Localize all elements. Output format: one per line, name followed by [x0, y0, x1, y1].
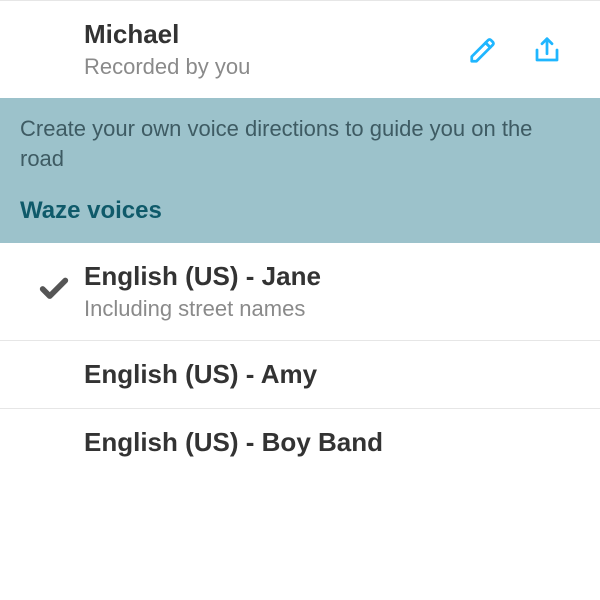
banner-text: Create your own voice directions to guid… [20, 114, 580, 173]
section-header: Waze voices [20, 197, 580, 225]
edit-icon[interactable] [468, 35, 498, 65]
voice-name: English (US) - Boy Band [84, 427, 576, 458]
voice-name: English (US) - Amy [84, 359, 576, 390]
create-voice-banner: Create your own voice directions to guid… [0, 98, 600, 243]
voice-subtitle: Including street names [84, 296, 576, 322]
share-icon[interactable] [532, 35, 562, 65]
voice-row-boyband[interactable]: English (US) - Boy Band [0, 409, 600, 476]
voice-row-amy[interactable]: English (US) - Amy [0, 341, 600, 408]
voice-name: English (US) - Jane [84, 261, 576, 292]
checkmark-icon [37, 272, 71, 311]
my-voice-row[interactable]: Michael Recorded by you [0, 1, 600, 98]
voice-name: Michael [84, 19, 468, 50]
voice-subtitle: Recorded by you [84, 54, 468, 80]
voice-row-jane[interactable]: English (US) - Jane Including street nam… [0, 243, 600, 340]
